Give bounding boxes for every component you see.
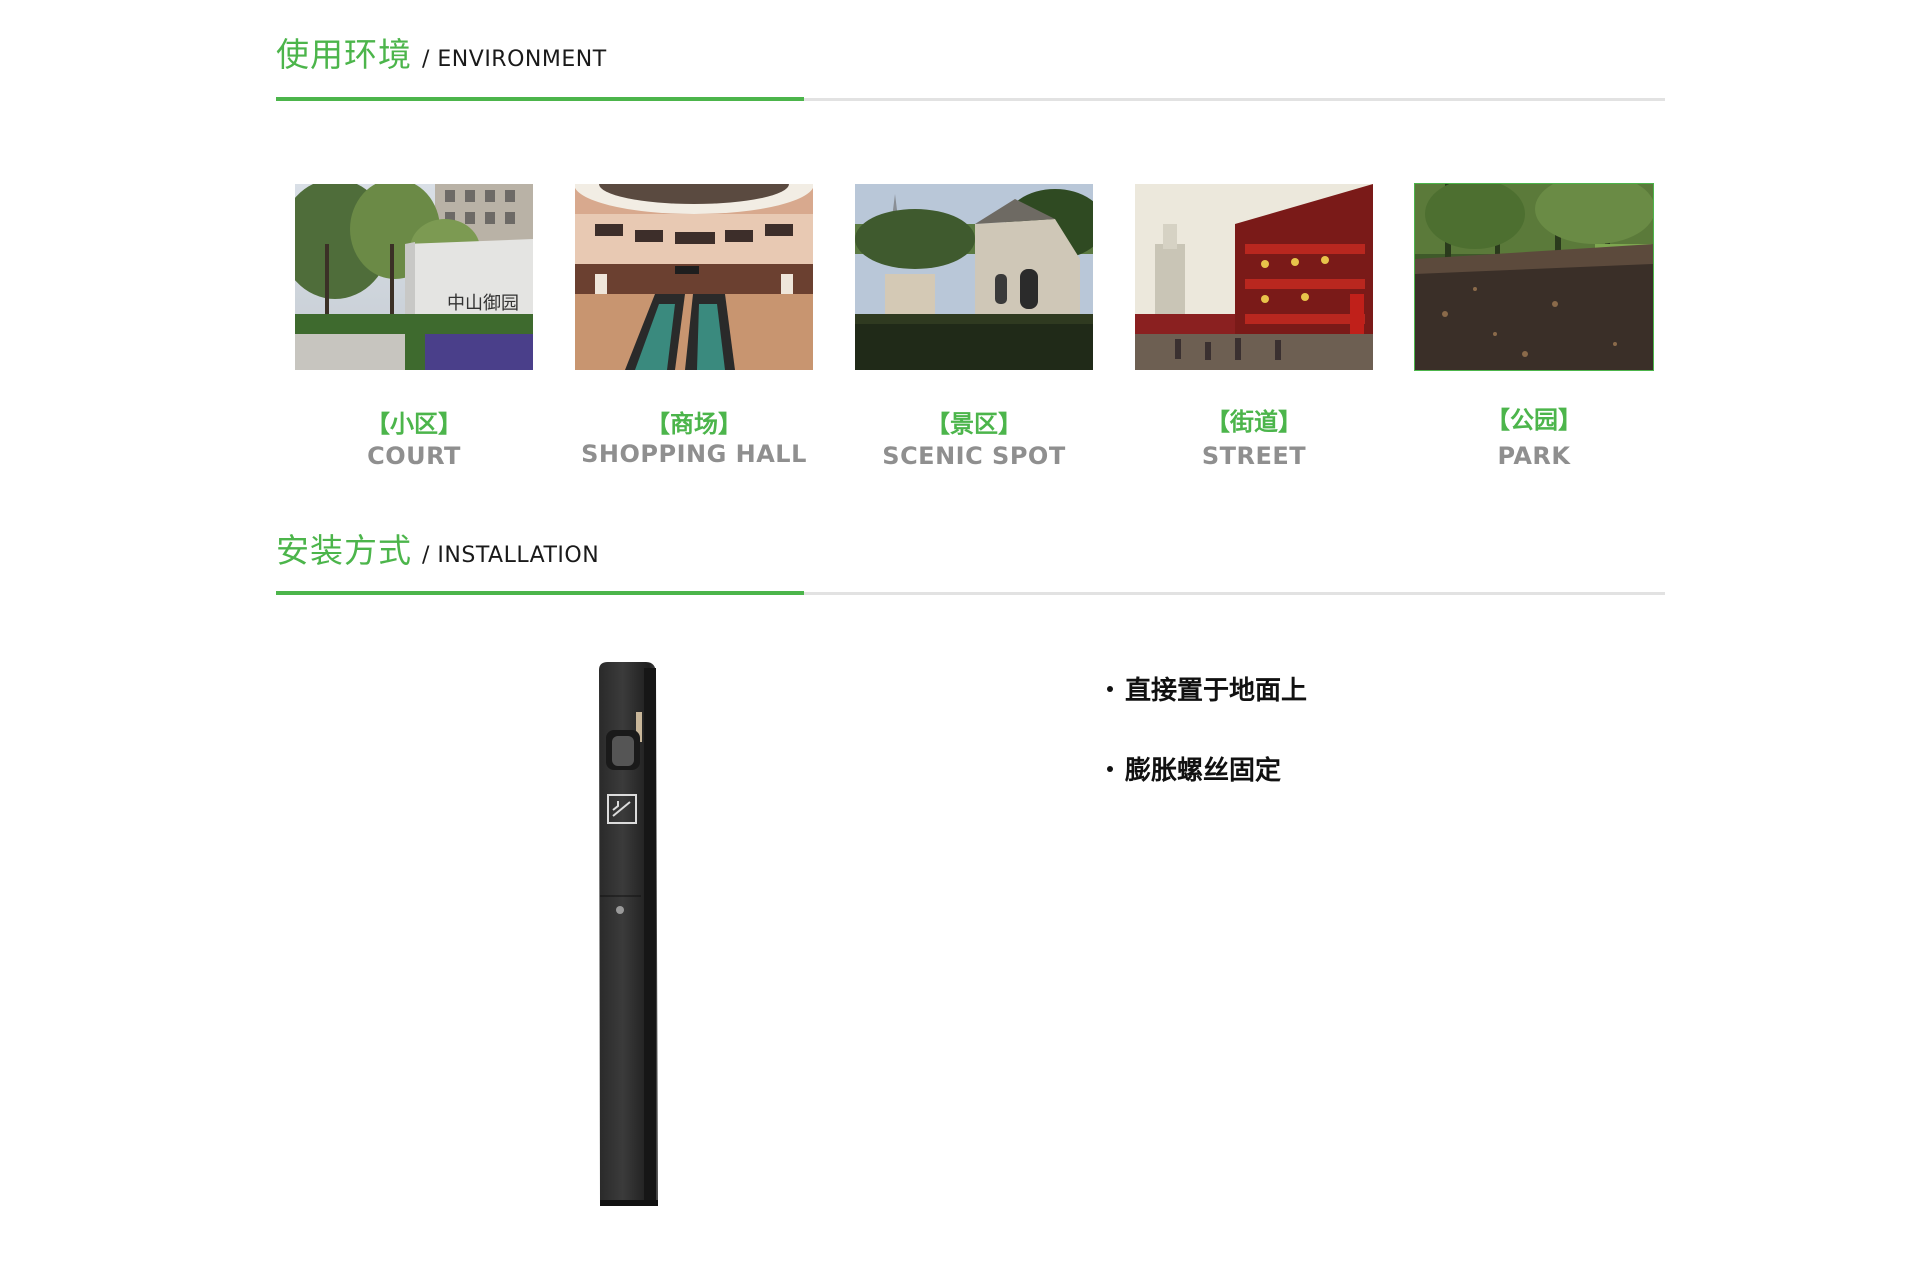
env-item-shopping-hall: 【商场】 SHOPPING HALL — [575, 184, 813, 468]
env-item-street: 【街道】 STREET — [1135, 184, 1373, 470]
env-item-park: 【公园】 PARK — [1414, 183, 1654, 470]
scenic-spot-label-en: SCENIC SPOT — [882, 442, 1066, 470]
scenic-spot-photo — [855, 184, 1093, 370]
env-item-court: 中山御园 【小区】 COURT — [295, 184, 533, 470]
ashtray-bollard-image — [594, 660, 664, 1210]
environment-divider — [276, 97, 1665, 101]
court-label-cn: 【小区】 — [366, 410, 462, 438]
park-label-en: PARK — [1497, 442, 1571, 470]
court-label-en: COURT — [367, 442, 461, 470]
installation-divider-accent — [276, 591, 804, 595]
street-label-cn: 【街道】 — [1206, 408, 1302, 436]
feature-item: 直接置于地面上 — [1107, 670, 1307, 710]
installation-divider — [276, 591, 1665, 595]
installation-heading: 安装方式 / INSTALLATION — [276, 524, 599, 572]
feature-item: 膨胀螺丝固定 — [1107, 750, 1307, 790]
shopping-hall-label-cn: 【商场】 — [646, 410, 742, 438]
bullet-icon — [1107, 765, 1113, 772]
installation-title-en: / INSTALLATION — [422, 543, 600, 568]
environment-heading: 使用环境 / ENVIRONMENT — [276, 28, 607, 76]
shopping-hall-photo — [575, 184, 813, 370]
feature-text: 直接置于地面上 — [1125, 676, 1308, 706]
park-photo — [1414, 183, 1654, 371]
installation-title-cn: 安装方式 — [276, 531, 412, 570]
installation-features: 直接置于地面上 膨胀螺丝固定 — [1107, 670, 1307, 790]
feature-text: 膨胀螺丝固定 — [1125, 756, 1282, 786]
scenic-spot-label-cn: 【景区】 — [926, 410, 1022, 438]
svg-text:中山御园: 中山御园 — [447, 293, 519, 314]
street-label-en: STREET — [1201, 442, 1307, 470]
park-label-cn: 【公园】 — [1486, 406, 1582, 434]
shopping-hall-label-en: SHOPPING HALL — [581, 440, 807, 468]
environment-title-en: / ENVIRONMENT — [422, 47, 607, 72]
street-photo — [1135, 184, 1373, 370]
env-item-scenic-spot: 【景区】 SCENIC SPOT — [855, 184, 1093, 470]
court-photo: 中山御园 — [295, 184, 533, 370]
bullet-icon — [1107, 685, 1113, 692]
environment-title-cn: 使用环境 — [276, 35, 412, 74]
environment-divider-accent — [276, 97, 804, 101]
